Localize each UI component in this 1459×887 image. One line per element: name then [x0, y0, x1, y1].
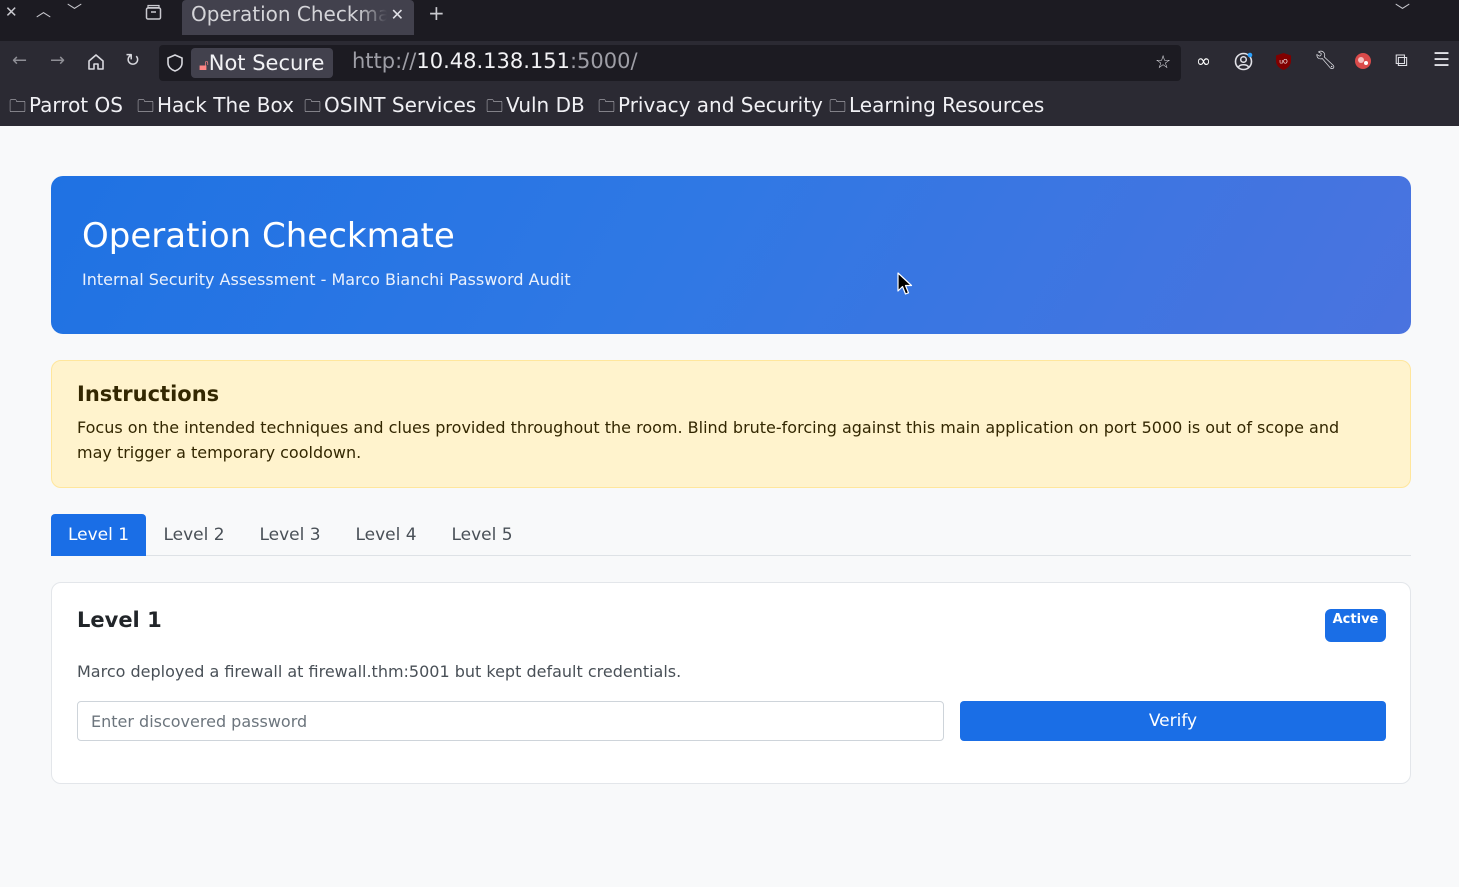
tab-overview-icon[interactable]	[145, 4, 162, 24]
bookmark-label: Learning Resources	[849, 93, 1045, 117]
folder-icon: 🗀	[598, 97, 615, 117]
browser-tab-bar: ✕ ︿ ﹀ Operation Checkmate ✕ + ﹀	[0, 0, 1459, 41]
bookmark-privacy-security[interactable]: 🗀 Privacy and Security	[598, 93, 823, 123]
folder-icon: 🗀	[137, 97, 154, 117]
tab-level-3[interactable]: Level 3	[243, 514, 337, 556]
instructions-text: Focus on the intended techniques and clu…	[77, 418, 1340, 462]
close-window-icon[interactable]: ✕	[5, 5, 18, 20]
bookmark-label: OSINT Services	[324, 93, 477, 117]
bookmark-label: Privacy and Security	[618, 93, 823, 117]
chevron-down-icon[interactable]: ﹀	[67, 4, 82, 19]
page-subtitle: Internal Security Assessment - Marco Bia…	[82, 270, 571, 289]
url-path: :5000/	[569, 49, 638, 73]
instructions-alert: Instructions Focus on the intended techn…	[51, 360, 1411, 488]
not-secure-label: Not Secure	[208, 51, 325, 75]
level-title: Level 1	[77, 608, 162, 632]
tab-level-4[interactable]: Level 4	[339, 514, 433, 556]
hamburger-menu-icon[interactable]: ☰	[1433, 51, 1450, 70]
tab-level-2[interactable]: Level 2	[147, 514, 241, 556]
back-icon[interactable]: ←	[12, 52, 27, 70]
bookmark-learning-resources[interactable]: 🗀 Learning Resources	[829, 93, 1044, 123]
browser-tab-active[interactable]: Operation Checkmate ✕	[182, 0, 414, 35]
password-input[interactable]	[77, 701, 944, 741]
chevron-up-icon[interactable]: ︿	[36, 4, 51, 19]
status-badge: Active	[1325, 609, 1386, 642]
hero-banner: Operation Checkmate Internal Security As…	[51, 176, 1411, 334]
extension-red-icon[interactable]	[1354, 52, 1372, 73]
bookmark-star-icon[interactable]: ☆	[1155, 54, 1171, 72]
bookmark-label: Vuln DB	[506, 93, 585, 117]
page-content: Operation Checkmate Internal Security As…	[0, 126, 1459, 887]
tab-list-chevron-icon[interactable]: ﹀	[1395, 4, 1410, 19]
bookmarks-bar: 🗀 Parrot OS 🗀 Hack The Box 🗀 OSINT Services…	[0, 84, 1459, 126]
tab-close-icon[interactable]: ✕	[391, 5, 404, 24]
tab-level-1[interactable]: Level 1	[51, 514, 146, 556]
bookmark-hack-the-box[interactable]: 🗀 Hack The Box	[137, 93, 294, 123]
folder-icon: 🗀	[9, 97, 26, 117]
bookmark-vuln-db[interactable]: 🗀 Vuln DB	[486, 93, 585, 123]
url-text[interactable]: http://10.48.138.151:5000/	[352, 49, 638, 73]
bookmark-label: Parrot OS	[29, 93, 123, 117]
shield-icon[interactable]	[167, 54, 183, 75]
tab-title: Operation Checkmate	[191, 2, 387, 26]
folder-icon: 🗀	[486, 97, 503, 117]
url-scheme: http://	[352, 49, 417, 73]
url-host: 10.48.138.151	[416, 49, 570, 73]
new-tab-icon[interactable]: +	[428, 3, 445, 23]
account-icon[interactable]	[1234, 52, 1253, 74]
reload-icon[interactable]: ↻	[125, 52, 140, 70]
instructions-title: Instructions	[77, 382, 220, 406]
private-mask-icon[interactable]: ∞	[1196, 53, 1211, 71]
verify-button[interactable]: Verify	[960, 701, 1386, 741]
broken-lock-icon: 🔓︎	[199, 56, 209, 74]
bookmark-label: Hack The Box	[157, 93, 294, 117]
page-title: Operation Checkmate	[82, 216, 455, 256]
level-tabs: Level 1 Level 2 Level 3 Level 4 Level 5	[51, 514, 1411, 556]
home-icon[interactable]	[87, 53, 105, 74]
address-bar[interactable]: 🔓︎Not Secure http://10.48.138.151:5000/ …	[159, 45, 1181, 81]
bookmark-osint-services[interactable]: 🗀 OSINT Services	[304, 93, 476, 123]
folder-icon: 🗀	[829, 97, 846, 117]
extensions-puzzle-icon[interactable]: ⧉	[1395, 52, 1408, 70]
level-card: Level 1 Active Marco deployed a firewall…	[51, 582, 1411, 784]
forward-icon[interactable]: →	[50, 52, 65, 70]
level-description: Marco deployed a firewall at firewall.th…	[77, 662, 682, 681]
wrench-icon[interactable]: 🔧︎	[1314, 52, 1337, 70]
ublock-icon[interactable]: uO	[1275, 52, 1292, 74]
tab-level-5[interactable]: Level 5	[435, 514, 529, 556]
mouse-cursor-icon	[897, 272, 913, 295]
not-secure-badge[interactable]: 🔓︎Not Secure	[191, 48, 334, 78]
bookmark-parrot-os[interactable]: 🗀 Parrot OS	[9, 93, 123, 123]
browser-nav-bar: ← → ↻ 🔓︎Not Secure http://10.48.138.151:…	[0, 41, 1459, 84]
svg-text:uO: uO	[1279, 59, 1288, 66]
folder-icon: 🗀	[304, 97, 321, 117]
